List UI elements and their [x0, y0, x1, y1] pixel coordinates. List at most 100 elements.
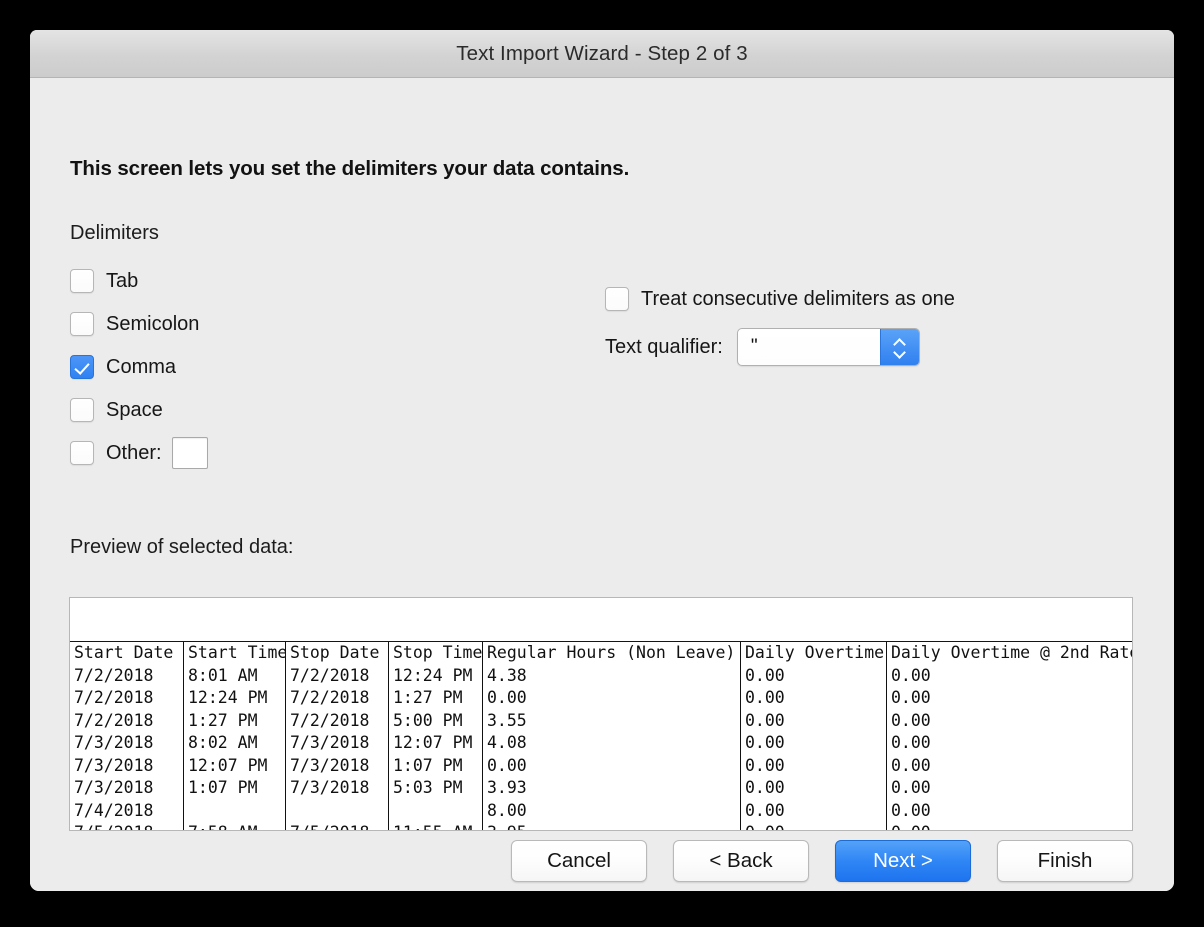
preview-cell: 8.00	[483, 800, 740, 823]
checkbox-row-other[interactable]: Other:	[70, 440, 208, 466]
preview-column: Start Time8:01 AM12:24 PM1:27 PM8:02 AM 1…	[183, 642, 285, 830]
checkbox-label-other: Other:	[106, 442, 162, 465]
preview-cell: 8:02 AM	[184, 732, 285, 755]
preview-panel[interactable]: Start Date7/2/20187/2/20187/2/20187/3/20…	[69, 597, 1133, 831]
checkbox-space[interactable]	[70, 398, 94, 422]
preview-cell: 7/5/2018	[70, 822, 183, 830]
preview-column-header: Stop Date	[286, 642, 388, 665]
checkbox-tab[interactable]	[70, 269, 94, 293]
preview-cell	[389, 800, 482, 823]
preview-cell: 1:07 PM	[184, 777, 285, 800]
page-heading: This screen lets you set the delimiters …	[70, 157, 629, 181]
preview-cell: 1:27 PM	[184, 710, 285, 733]
preview-cell: 7/3/2018	[286, 755, 388, 778]
preview-cell: 7/3/2018	[70, 732, 183, 755]
preview-cell: 0.00	[741, 665, 886, 688]
checkbox-row-treat-consecutive[interactable]: Treat consecutive delimiters as one	[605, 286, 955, 312]
preview-column: Start Date7/2/20187/2/20187/2/20187/3/20…	[70, 642, 183, 830]
preview-cell: 7/2/2018	[70, 687, 183, 710]
preview-cell: 7/2/2018	[286, 687, 388, 710]
preview-cell: 5:00 PM	[389, 710, 482, 733]
checkbox-label-treat-consecutive: Treat consecutive delimiters as one	[641, 288, 955, 311]
preview-column: Daily Overtime0.000.000.000.000.000.000.…	[740, 642, 886, 830]
preview-table: Start Date7/2/20187/2/20187/2/20187/3/20…	[70, 642, 1132, 830]
preview-column-header: Daily Overtime	[741, 642, 886, 665]
other-delimiter-input[interactable]	[172, 437, 208, 469]
preview-cell: 0.00	[741, 755, 886, 778]
preview-cell: 0.00	[741, 687, 886, 710]
checkbox-semicolon[interactable]	[70, 312, 94, 336]
dialog-button-bar: Cancel < Back Next > Finish	[511, 840, 1133, 882]
preview-header-strip	[70, 598, 1132, 642]
checkbox-row-semicolon[interactable]: Semicolon	[70, 311, 199, 337]
preview-cell: 7/3/2018	[286, 777, 388, 800]
preview-cell: 4.08	[483, 732, 740, 755]
preview-cell: 4.38	[483, 665, 740, 688]
preview-cell: 0.00	[741, 822, 886, 830]
text-qualifier-value: "	[738, 329, 880, 365]
preview-cell: 7/3/2018	[70, 755, 183, 778]
checkbox-row-tab[interactable]: Tab	[70, 268, 138, 294]
preview-cell: 12:24 PM	[389, 665, 482, 688]
cancel-button[interactable]: Cancel	[511, 840, 647, 882]
preview-column-header: Start Date	[70, 642, 183, 665]
checkbox-label-comma: Comma	[106, 356, 176, 379]
finish-button[interactable]: Finish	[997, 840, 1133, 882]
checkbox-comma[interactable]	[70, 355, 94, 379]
window-titlebar: Text Import Wizard - Step 2 of 3	[30, 30, 1174, 78]
checkbox-row-comma[interactable]: Comma	[70, 354, 176, 380]
chevron-down-icon[interactable]	[893, 349, 906, 356]
preview-cell: 0.00	[887, 822, 1132, 830]
text-qualifier-combobox[interactable]: "	[737, 328, 920, 366]
preview-cell: 0.00	[741, 732, 886, 755]
window-title: Text Import Wizard - Step 2 of 3	[456, 42, 747, 66]
preview-cell	[286, 800, 388, 823]
preview-cell	[184, 800, 285, 823]
preview-cell: 0.00	[483, 687, 740, 710]
preview-cell: 1:07 PM	[389, 755, 482, 778]
preview-cell: 0.00	[887, 800, 1132, 823]
preview-cell: 7:58 AM	[184, 822, 285, 830]
checkbox-label-semicolon: Semicolon	[106, 313, 199, 336]
checkbox-row-space[interactable]: Space	[70, 397, 163, 423]
preview-cell: 3.93	[483, 777, 740, 800]
preview-column-header: Regular Hours (Non Leave)	[483, 642, 740, 665]
preview-cell: 7/2/2018	[286, 710, 388, 733]
preview-cell: 0.00	[887, 777, 1132, 800]
preview-cell: 7/5/2018	[286, 822, 388, 830]
preview-cell: 0.00	[741, 710, 886, 733]
dialog-content: This screen lets you set the delimiters …	[30, 78, 1174, 891]
preview-cell: 0.00	[741, 777, 886, 800]
preview-cell: 5:03 PM	[389, 777, 482, 800]
preview-cell: 7/3/2018	[70, 777, 183, 800]
text-import-wizard-window: Text Import Wizard - Step 2 of 3 This sc…	[30, 30, 1174, 891]
preview-cell: 8:01 AM	[184, 665, 285, 688]
chevron-up-icon[interactable]	[893, 339, 906, 346]
preview-cell: 7/2/2018	[286, 665, 388, 688]
text-qualifier-stepper[interactable]	[880, 329, 919, 365]
preview-column-header: Stop Time	[389, 642, 482, 665]
preview-column: Daily Overtime @ 2nd Rate0.000.000.000.0…	[886, 642, 1132, 830]
preview-column: Stop Date7/2/20187/2/20187/2/20187/3/201…	[285, 642, 388, 830]
preview-cell: 0.00	[887, 665, 1132, 688]
checkbox-label-tab: Tab	[106, 270, 138, 293]
preview-label: Preview of selected data:	[70, 536, 293, 559]
preview-cell: 7/3/2018	[286, 732, 388, 755]
preview-cell: 0.00	[887, 755, 1132, 778]
preview-column-header: Start Time	[184, 642, 285, 665]
preview-cell: 12:24 PM	[184, 687, 285, 710]
preview-cell: 7/4/2018	[70, 800, 183, 823]
preview-cell: 7/2/2018	[70, 665, 183, 688]
text-qualifier-label: Text qualifier:	[605, 336, 723, 359]
preview-cell: 0.00	[741, 800, 886, 823]
preview-cell: 0.00	[887, 732, 1132, 755]
checkbox-treat-consecutive[interactable]	[605, 287, 629, 311]
next-button[interactable]: Next >	[835, 840, 971, 882]
preview-column: Stop Time12:24 PM1:27 PM5:00 PM12:07 PM1…	[388, 642, 482, 830]
back-button[interactable]: < Back	[673, 840, 809, 882]
checkbox-label-space: Space	[106, 399, 163, 422]
text-qualifier-row: Text qualifier: "	[605, 327, 920, 367]
preview-column: Regular Hours (Non Leave)4.380.003.554.0…	[482, 642, 740, 830]
checkbox-other[interactable]	[70, 441, 94, 465]
preview-cell: 0.00	[483, 755, 740, 778]
